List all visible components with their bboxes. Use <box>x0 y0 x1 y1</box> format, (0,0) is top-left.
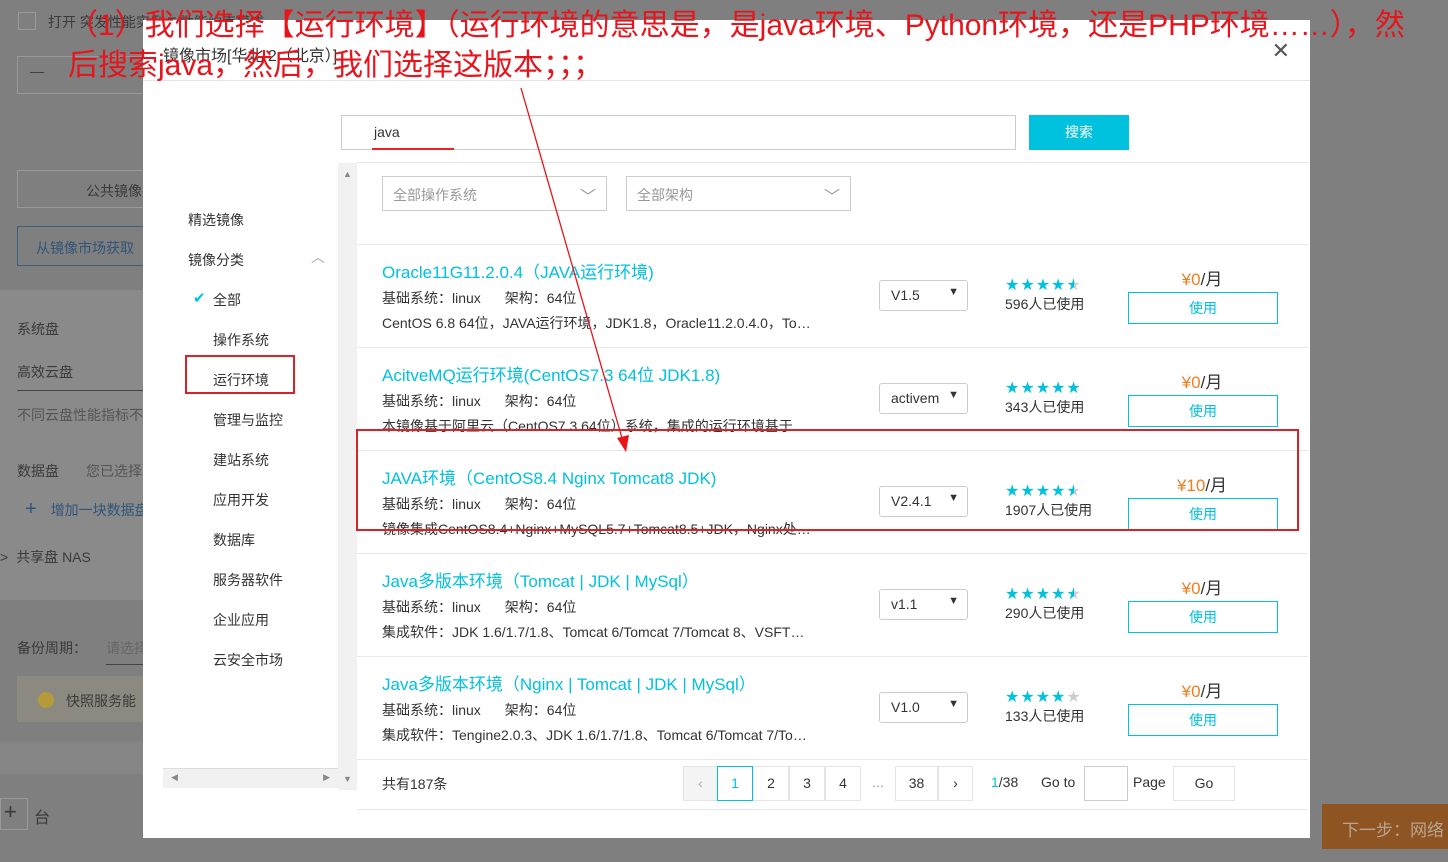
annotation-arrow <box>520 87 629 452</box>
annotation-line-1: （1）我们选择【运行环境】（运行环境的意思是，是java环境、Python环境，… <box>68 9 1405 42</box>
annotation-line-2: 后搜索java，然后，我们选择这版本；；； <box>68 49 604 82</box>
